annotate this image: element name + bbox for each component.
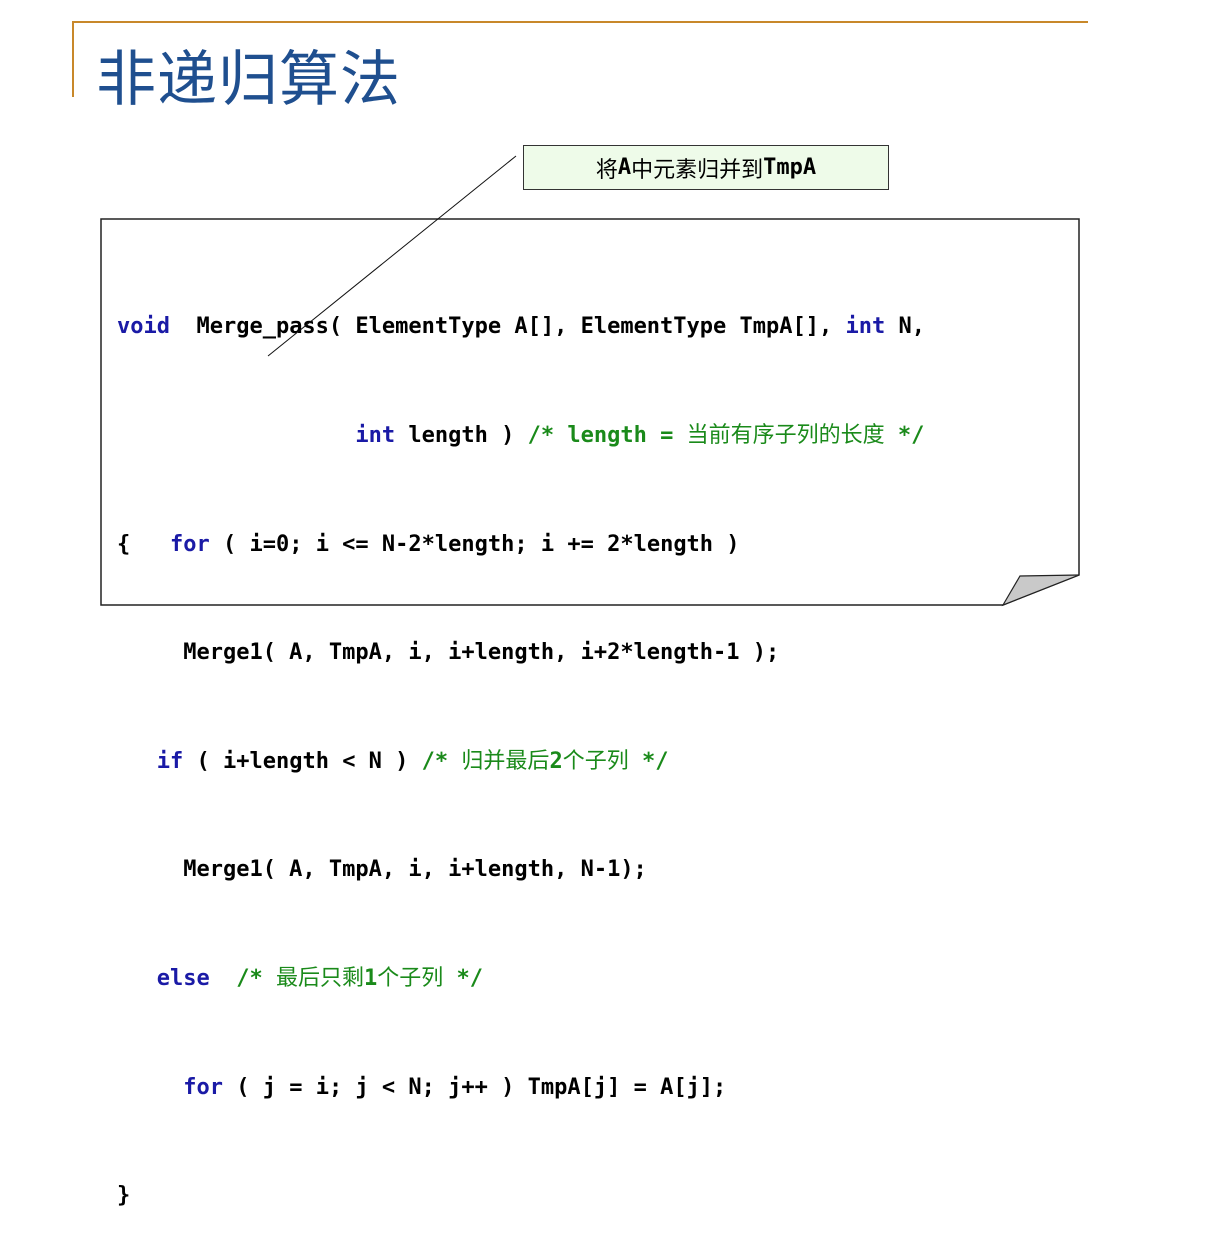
- comment-cjk: 个子列: [562, 748, 629, 774]
- comment-cjk: 归并最后: [461, 748, 550, 774]
- code-line: int length ) /* length = 当前有序子列的长度 */: [117, 418, 925, 454]
- keyword: int: [845, 314, 886, 340]
- keyword: if: [156, 748, 184, 774]
- comment: /*: [236, 965, 276, 991]
- keyword: else: [156, 965, 210, 991]
- code-line: else /* 最后只剩1个子列 */: [117, 961, 925, 997]
- code-line: if ( i+length < N ) /* 归并最后2个子列 */: [117, 744, 925, 780]
- code-line: Merge1( A, TmpA, i, i+length, N-1);: [117, 857, 647, 883]
- comment: */: [443, 965, 484, 991]
- keyword: for: [183, 1074, 223, 1100]
- comment-cjk: 最后只剩: [275, 965, 364, 991]
- comment-cjk: 个子列: [377, 965, 444, 991]
- callout-prefix: 将: [595, 157, 618, 183]
- code-line: Merge1( A, TmpA, i, i+length, i+2*length…: [117, 640, 780, 666]
- top-rule: [72, 21, 1088, 23]
- code-line: void Merge_pass( ElementType A[], Elemen…: [117, 309, 925, 345]
- comment: 2: [549, 748, 563, 774]
- comment: /*: [421, 748, 462, 774]
- code-text: ( j = i; j < N; j++ ) TmpA[j] = A[j];: [222, 1074, 727, 1100]
- keyword: void: [117, 314, 170, 340]
- slide-title: 非递归算法: [96, 45, 401, 115]
- code-line: for ( j = i; j < N; j++ ) TmpA[j] = A[j]…: [117, 1070, 925, 1106]
- callout-middle: 中元素归并到: [631, 157, 764, 183]
- code-text: Merge_pass( ElementType A[], ElementType…: [169, 314, 846, 340]
- callout-box: 将 A 中元素归并到 TmpA: [523, 145, 889, 190]
- keyword: for: [169, 531, 210, 557]
- code-block: void Merge_pass( ElementType A[], Elemen…: [117, 237, 925, 1251]
- code-text: ( i=0; i <= N-2*length; i += 2*length ): [209, 531, 740, 557]
- comment-cjk: 当前有序子列的长度: [686, 423, 885, 448]
- left-rule: [72, 21, 74, 97]
- code-text: length ): [395, 423, 528, 448]
- comment: */: [884, 423, 925, 448]
- callout-a: A: [617, 155, 632, 180]
- code-line: }: [117, 1183, 131, 1209]
- code-text: ( i+length < N ): [183, 748, 422, 774]
- brace: {: [117, 531, 170, 557]
- callout-target: TmpA: [763, 155, 817, 180]
- comment: */: [628, 748, 669, 774]
- comment: /* length =: [527, 423, 687, 448]
- code-text: N,: [885, 314, 925, 340]
- keyword: int: [355, 423, 396, 448]
- code-line: { for ( i=0; i <= N-2*length; i += 2*len…: [117, 527, 925, 563]
- comment: 1: [364, 965, 378, 991]
